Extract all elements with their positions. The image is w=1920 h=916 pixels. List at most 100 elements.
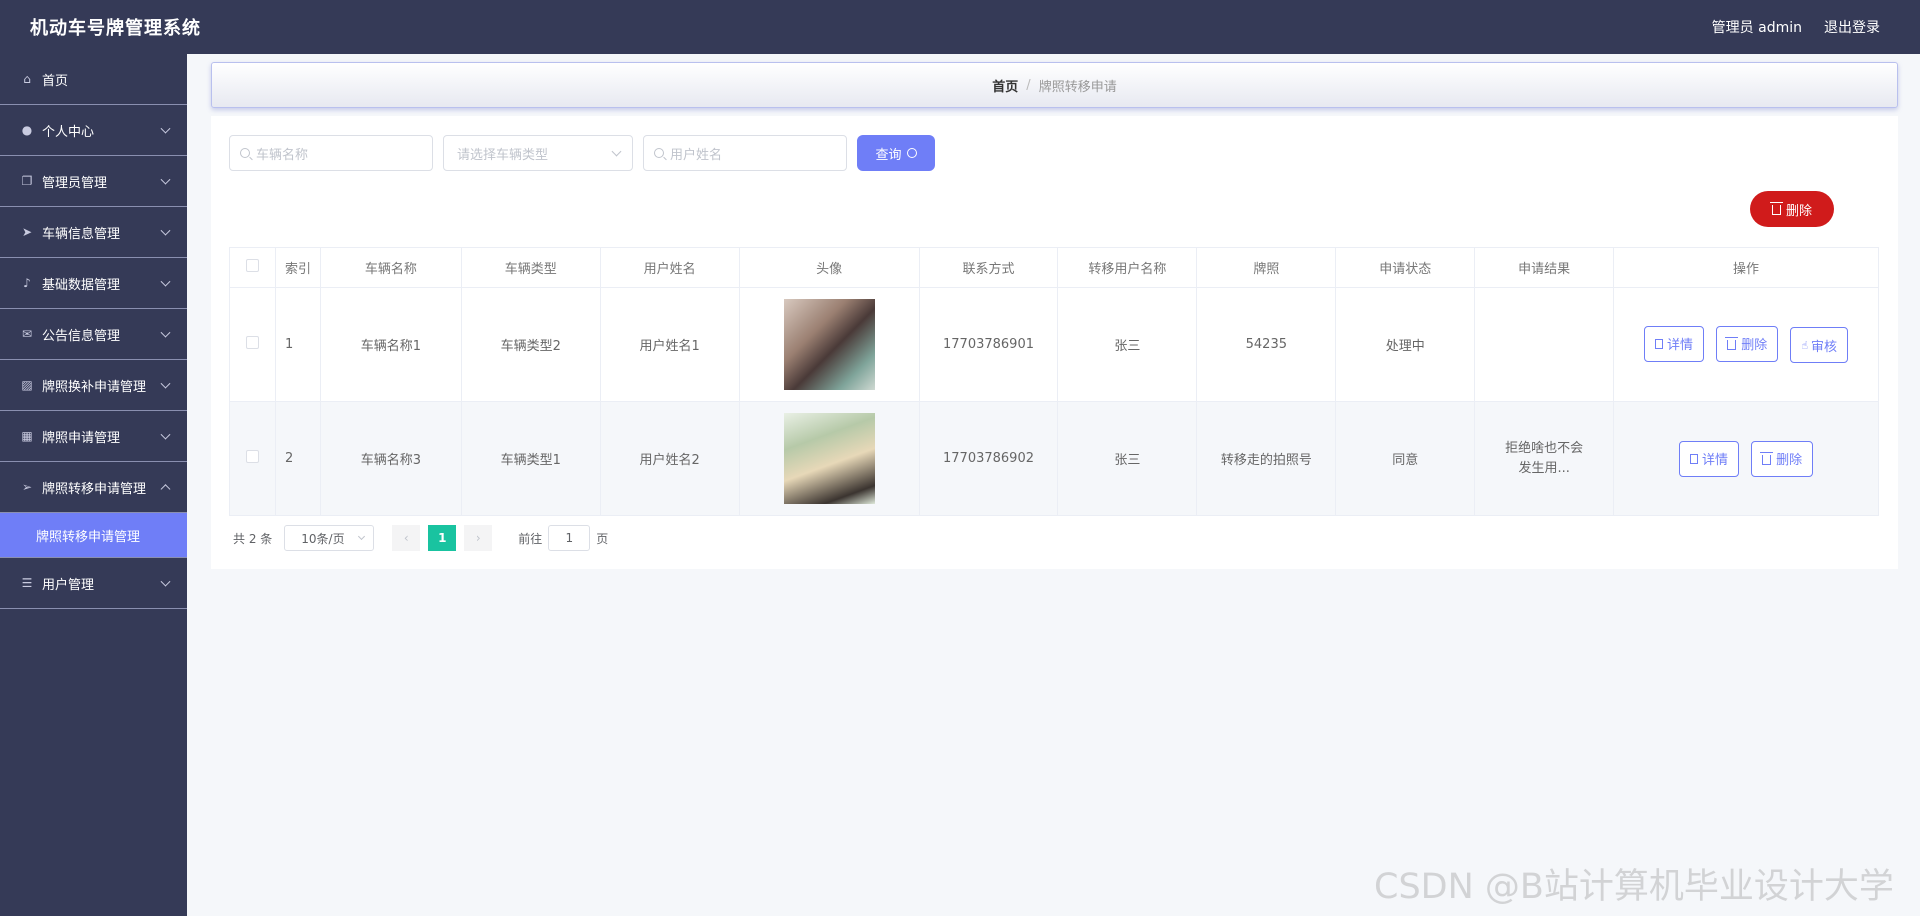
microphone-icon: ♪ [23, 276, 31, 290]
cell-phone: 17703786902 [918, 401, 1059, 516]
sidebar-item-admin-management[interactable]: ❐ 管理员管理 [0, 156, 187, 207]
cell-vehicle-type: 车辆类型2 [460, 287, 601, 402]
next-page-button[interactable]: › [464, 525, 493, 551]
breadcrumb-separator: / [1026, 77, 1031, 93]
page-number-current[interactable]: 1 [428, 525, 457, 551]
user-icon: ● [21, 123, 33, 137]
breadcrumb-home[interactable]: 首页 [992, 76, 1018, 95]
user-name-input[interactable]: 用户姓名 [643, 135, 847, 171]
submenu-item-plate-transfer-active[interactable]: 牌照转移申请管理 [0, 513, 187, 558]
select-all-checkbox[interactable] [245, 259, 259, 272]
logout-button[interactable]: 退出登录 [1824, 17, 1880, 37]
batch-delete-button[interactable]: 删除 [1750, 191, 1834, 227]
chevron-down-icon [611, 146, 622, 157]
top-right-actions: 管理员 admin 退出登录 [1712, 17, 1880, 37]
details-button[interactable]: 详情 [1678, 440, 1739, 477]
goto-label: 前往 [518, 531, 543, 546]
sidebar-item-label: 车辆信息管理 [42, 226, 121, 242]
column-header: 用户姓名 [599, 247, 740, 288]
admin-user-label[interactable]: 管理员 admin [1712, 17, 1802, 37]
chevron-down-icon [160, 174, 171, 185]
column-header: 申请状态 [1335, 247, 1476, 288]
cell-index: 1 [274, 287, 321, 402]
copy-icon: ❐ [21, 174, 33, 188]
vehicle-type-select[interactable]: 请选择车辆类型 [443, 135, 633, 171]
row-checkbox[interactable] [245, 450, 259, 463]
chart-icon: ▨ [21, 378, 33, 392]
chevron-left-icon: ‹ [403, 531, 409, 545]
sidebar-item-label: 基础数据管理 [42, 277, 121, 293]
column-header: 车辆类型 [460, 247, 601, 288]
top-bar: 机动车号牌管理系统 管理员 admin 退出登录 [0, 0, 1920, 54]
sidebar-item-home[interactable]: ⌂ 首页 [0, 54, 187, 105]
cell-user-name: 用户姓名1 [599, 287, 740, 402]
delete-button[interactable]: 删除 [1751, 440, 1814, 477]
transfer-application-table: 索引 车辆名称 车辆类型 用户姓名 头像 联系方式 转移用户名称 牌照 申请状态… [229, 247, 1879, 516]
sidebar-item-label: 牌照申请管理 [42, 430, 121, 446]
user-name-placeholder: 用户姓名 [670, 147, 723, 163]
chevron-down-icon [160, 576, 171, 587]
row-checkbox[interactable] [245, 336, 259, 349]
chevron-down-icon [160, 225, 171, 236]
row-select-cell [229, 401, 276, 516]
goto-page-input[interactable]: 1 [548, 525, 591, 551]
search-icon [654, 148, 664, 158]
chevron-down-icon [160, 378, 171, 389]
position-icon: ➢ [21, 480, 33, 494]
sidebar-item-basic-data[interactable]: ♪ 基础数据管理 [0, 258, 187, 309]
watermark: CSDN @B站计算机毕业设计大学 [1374, 867, 1894, 907]
sidebar-item-personal-center[interactable]: ● 个人中心 [0, 105, 187, 156]
page-suffix: 页 [596, 531, 609, 546]
delete-button[interactable]: 删除 [1716, 325, 1779, 362]
result-text: 拒绝啥也不会发生用... [1505, 440, 1584, 476]
cell-avatar [738, 401, 920, 516]
chevron-up-icon [160, 484, 171, 495]
table-row: 2 车辆名称3 车辆类型1 用户姓名2 17703786902 张三 转移走的拍… [229, 401, 1879, 516]
sidebar-item-label: 牌照换补申请管理 [42, 379, 147, 395]
sidebar-item-announcements[interactable]: ✉ 公告信息管理 [0, 309, 187, 360]
cell-vehicle-name: 车辆名称1 [319, 287, 462, 402]
sidebar-item-label: 首页 [42, 73, 69, 89]
sidebar: ⌂ 首页 ● 个人中心 ❐ 管理员管理 ➤ 车辆信息管理 ♪ 基础数据管理 ✉ … [0, 54, 187, 916]
prev-page-button[interactable]: ‹ [392, 525, 421, 551]
list-icon: ☰ [21, 576, 33, 590]
app-title: 机动车号牌管理系统 [30, 18, 201, 39]
delete-label: 删除 [1741, 338, 1768, 354]
sidebar-item-plate-replace[interactable]: ▨ 牌照换补申请管理 [0, 360, 187, 411]
avatar[interactable] [783, 299, 875, 390]
details-button[interactable]: 详情 [1644, 325, 1705, 362]
sidebar-item-plate-apply[interactable]: ▦ 牌照申请管理 [0, 411, 187, 462]
cell-phone: 17703786901 [918, 287, 1059, 402]
cell-vehicle-type: 车辆类型1 [460, 401, 601, 516]
select-all-cell [229, 247, 276, 288]
table-row: 1 车辆名称1 车辆类型2 用户姓名1 17703786901 张三 54235… [229, 287, 1879, 402]
chevron-right-icon: › [475, 531, 481, 545]
review-button[interactable]: ☝ 审核 [1790, 327, 1849, 364]
trash-icon [1769, 202, 1783, 215]
breadcrumb: 首页 / 牌照转移申请 [211, 62, 1898, 108]
query-button[interactable]: 查询 [857, 135, 935, 171]
delete-label: 删除 [1776, 453, 1803, 468]
cell-result: 拒绝啥也不会发生用... [1474, 401, 1615, 516]
column-header: 操作 [1613, 247, 1879, 288]
sidebar-item-user-management[interactable]: ☰ 用户管理 [0, 558, 187, 609]
row-select-cell [229, 287, 276, 402]
column-header: 联系方式 [918, 247, 1059, 288]
sidebar-item-label: 公告信息管理 [42, 328, 121, 344]
trash-icon [1760, 451, 1774, 465]
sidebar-item-vehicle-info[interactable]: ➤ 车辆信息管理 [0, 207, 187, 258]
cell-plate: 转移走的拍照号 [1196, 401, 1337, 516]
cell-result [1474, 287, 1615, 402]
sidebar-item-plate-transfer[interactable]: ➢ 牌照转移申请管理 [0, 462, 187, 513]
cell-index: 2 [274, 401, 321, 516]
sidebar-item-label: 个人中心 [42, 124, 95, 140]
avatar[interactable] [783, 413, 875, 504]
sidebar-item-label: 用户管理 [42, 577, 95, 593]
cell-status: 同意 [1335, 401, 1476, 516]
page-size-select[interactable]: 10条/页 [284, 525, 375, 551]
chevron-down-icon [160, 327, 171, 338]
vehicle-name-input[interactable]: 车辆名称 [229, 135, 433, 171]
chevron-down-icon [160, 123, 171, 134]
breadcrumb-current: 牌照转移申请 [1038, 79, 1117, 95]
details-label: 详情 [1667, 338, 1694, 354]
